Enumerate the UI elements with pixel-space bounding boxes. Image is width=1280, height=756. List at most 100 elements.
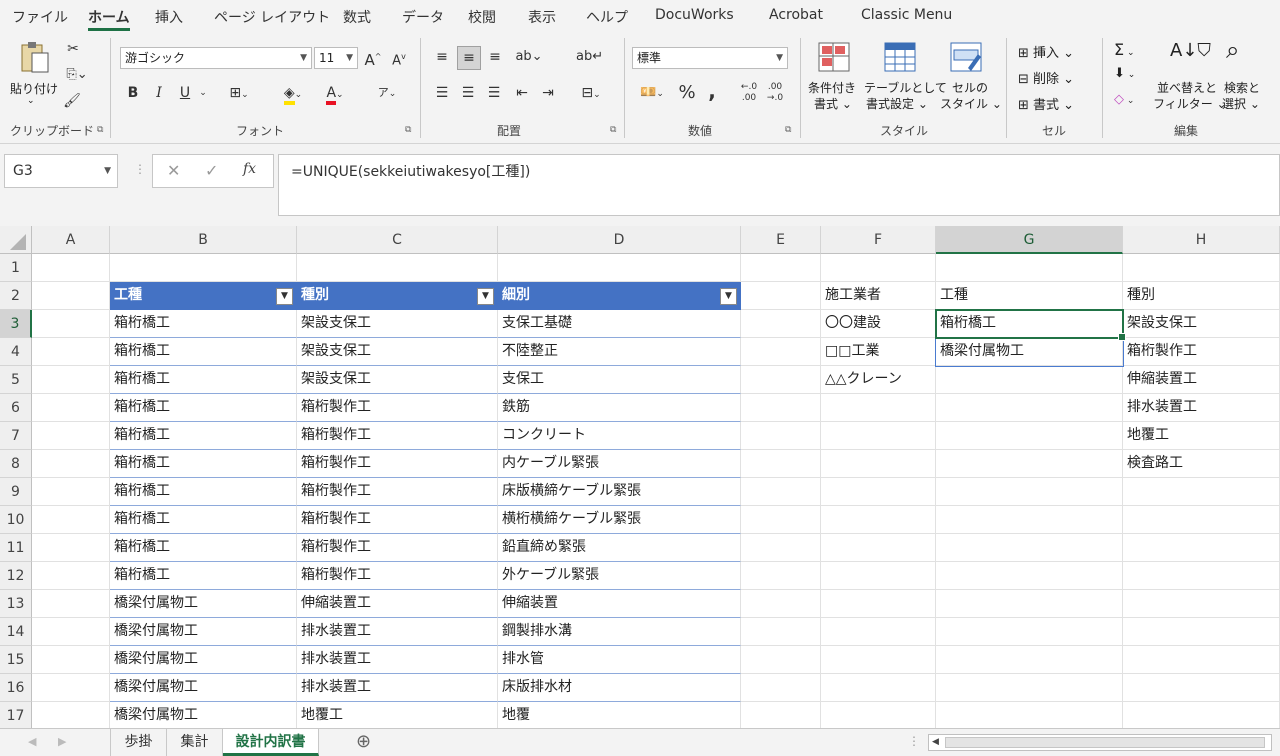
table-header-cell[interactable]: 細別 ▼ (498, 282, 741, 310)
column-header-h[interactable]: H (1123, 226, 1280, 254)
list-cell-f[interactable]: 〇〇建設 (821, 310, 936, 338)
align-middle-icon[interactable]: ≡ (457, 46, 481, 70)
phonetic-icon[interactable]: ア⌄ (370, 82, 404, 106)
grid-cell[interactable] (32, 282, 110, 310)
increase-decimal-icon[interactable]: ←.0.00 (738, 82, 760, 106)
grid-cell[interactable] (32, 702, 110, 728)
table-cell[interactable]: 橋梁付属物工 (110, 702, 297, 728)
table-cell[interactable]: 箱桁製作工 (297, 506, 498, 534)
format-painter-icon[interactable]: 🖌 (62, 90, 82, 114)
row-header-11[interactable]: 11 (0, 534, 32, 562)
sheet-tab-shukei[interactable]: 集計 (167, 729, 223, 756)
grid-cell[interactable] (821, 618, 936, 646)
font-color-icon[interactable]: A⌄ (318, 82, 352, 106)
grid-cell[interactable] (741, 562, 821, 590)
grid-cell[interactable] (741, 422, 821, 450)
grid-cell[interactable] (1123, 618, 1280, 646)
grid-cell[interactable] (821, 590, 936, 618)
grid-cell[interactable] (936, 534, 1123, 562)
prev-sheet-icon[interactable]: ◀ (28, 735, 36, 748)
scroll-left-icon[interactable]: ◀ (932, 735, 939, 750)
align-top-icon[interactable]: ≡ (432, 46, 452, 70)
grid-cell[interactable] (741, 450, 821, 478)
conditional-format-label1[interactable]: 条件付き (808, 79, 856, 96)
table-cell[interactable]: 橋梁付属物工 (110, 674, 297, 702)
row-header-10[interactable]: 10 (0, 506, 32, 534)
grid-cell[interactable] (1123, 254, 1280, 282)
table-cell[interactable]: 箱桁製作工 (297, 450, 498, 478)
grid-cell[interactable] (32, 254, 110, 282)
accounting-format-icon[interactable]: 💴⌄ (634, 82, 670, 106)
table-cell[interactable]: 不陸整正 (498, 338, 741, 366)
row-header-4[interactable]: 4 (0, 338, 32, 366)
grid-cell[interactable] (297, 254, 498, 282)
row-header-2[interactable]: 2 (0, 282, 32, 310)
filter-dropdown-icon[interactable]: ▼ (720, 288, 737, 305)
table-cell[interactable]: 箱桁製作工 (297, 534, 498, 562)
row-header-13[interactable]: 13 (0, 590, 32, 618)
conditional-format-icon[interactable] (818, 42, 850, 76)
grid-cell[interactable] (936, 506, 1123, 534)
column-header-c[interactable]: C (297, 226, 498, 254)
format-as-table-icon[interactable] (884, 42, 916, 76)
cell-styles-icon[interactable] (950, 42, 982, 76)
wrap-text-icon[interactable]: ab↵ (576, 46, 603, 70)
menu-classic[interactable]: Classic Menu (861, 7, 952, 23)
list-cell-f[interactable]: 施工業者 (821, 282, 936, 310)
row-header-14[interactable]: 14 (0, 618, 32, 646)
paste-label[interactable]: 貼り付け (10, 80, 58, 97)
grid-cell[interactable] (936, 422, 1123, 450)
list-cell-h[interactable]: 地覆工 (1123, 422, 1280, 450)
align-bottom-icon[interactable]: ≡ (485, 46, 505, 70)
grid-cell[interactable] (32, 422, 110, 450)
table-cell[interactable]: 床版横締ケーブル緊張 (498, 478, 741, 506)
grid-cell[interactable] (32, 618, 110, 646)
grid-cell[interactable] (936, 478, 1123, 506)
table-cell[interactable]: 箱桁橋工 (110, 534, 297, 562)
grid-cell[interactable] (32, 674, 110, 702)
list-cell-g[interactable]: 工種 (936, 282, 1123, 310)
grid-cell[interactable] (821, 450, 936, 478)
find-select-label2[interactable]: 選択 ⌄ (1222, 95, 1260, 112)
row-header-17[interactable]: 17 (0, 702, 32, 728)
format-as-table-label2[interactable]: 書式設定 ⌄ (866, 95, 928, 112)
grid-cell[interactable] (1123, 702, 1280, 728)
table-cell[interactable]: 箱桁橋工 (110, 478, 297, 506)
name-box[interactable]: G3 ▼ (4, 154, 118, 188)
grid-cell[interactable] (741, 702, 821, 728)
menu-file[interactable]: ファイル (12, 7, 68, 27)
insert-cells-button[interactable]: ⊞ 挿入 ⌄ (1018, 42, 1074, 61)
row-header-5[interactable]: 5 (0, 366, 32, 394)
decrease-indent-icon[interactable]: ⇤ (512, 82, 532, 106)
grid-cell[interactable] (741, 254, 821, 282)
row-header-8[interactable]: 8 (0, 450, 32, 478)
table-cell[interactable]: 地覆工 (297, 702, 498, 728)
table-cell[interactable]: 箱桁橋工 (110, 310, 297, 338)
merge-center-icon[interactable]: ⊟⌄ (574, 82, 608, 106)
menu-docuworks[interactable]: DocuWorks (655, 7, 734, 23)
grid-cell[interactable] (32, 506, 110, 534)
grid-cell[interactable] (32, 590, 110, 618)
clear-icon[interactable]: ◇ ⌄ (1114, 92, 1134, 107)
delete-cells-button[interactable]: ⊟ 削除 ⌄ (1018, 68, 1074, 87)
next-sheet-icon[interactable]: ▶ (58, 735, 66, 748)
table-cell[interactable]: 箱桁橋工 (110, 562, 297, 590)
number-launcher-icon[interactable]: ⧉ (785, 125, 791, 135)
format-cells-button[interactable]: ⊞ 書式 ⌄ (1018, 94, 1074, 113)
grid-cell[interactable] (32, 646, 110, 674)
list-cell-h[interactable]: 箱桁製作工 (1123, 338, 1280, 366)
grid-cell[interactable] (32, 366, 110, 394)
table-cell[interactable]: 支保工 (498, 366, 741, 394)
grid-cell[interactable] (821, 478, 936, 506)
grid-cell[interactable] (32, 310, 110, 338)
table-cell[interactable]: 箱桁橋工 (110, 338, 297, 366)
menu-page-layout[interactable]: ページ レイアウト (214, 7, 330, 27)
grid-cell[interactable] (32, 394, 110, 422)
grid-cell[interactable] (821, 394, 936, 422)
table-cell[interactable]: 鋼製排水溝 (498, 618, 741, 646)
find-select-icon[interactable]: ⌕ (1226, 36, 1239, 64)
column-header-b[interactable]: B (110, 226, 297, 254)
font-shrink-button[interactable]: Av (389, 46, 409, 70)
align-center-icon[interactable]: ☰ (458, 82, 478, 106)
grid-cell[interactable] (110, 254, 297, 282)
